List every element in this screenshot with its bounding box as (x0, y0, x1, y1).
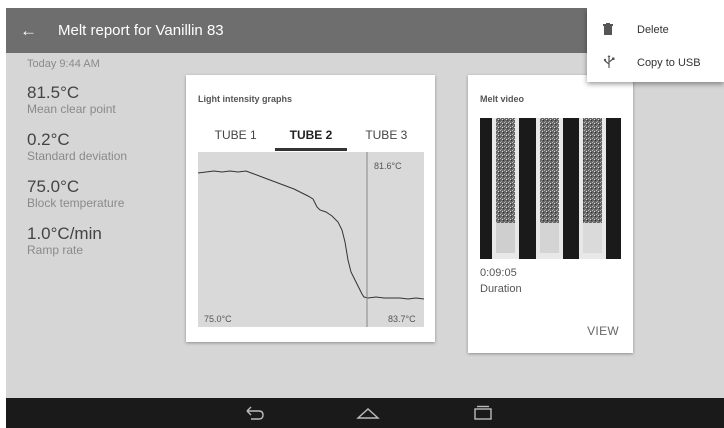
menu-item-label: Copy to USB (637, 57, 701, 69)
menu-item-copy-to-usb[interactable]: Copy to USB (587, 48, 724, 78)
recents-nav-icon[interactable] (472, 403, 494, 423)
end-temp-label: 83.7°C (388, 314, 416, 324)
duration-value: 0:09:05 (480, 267, 517, 279)
stat-standard-deviation: 0.2°C Standard deviation (27, 130, 187, 164)
marker-temp-label: 81.6°C (374, 161, 402, 171)
melt-video-card: Melt video 0:09:05 Duration VIEW (468, 75, 633, 353)
tab-tube-3[interactable]: TUBE 3 (349, 127, 424, 151)
video-thumbnail[interactable] (480, 118, 621, 259)
overflow-menu: Delete Copy to USB (587, 8, 724, 82)
stat-block-temperature: 75.0°C Block temperature (27, 177, 187, 211)
menu-item-label: Delete (637, 24, 669, 36)
menu-item-delete[interactable]: Delete (587, 15, 724, 45)
stat-value: 0.2°C (27, 130, 70, 149)
card-title: Light intensity graphs (198, 94, 293, 104)
intensity-curve (198, 170, 424, 300)
light-intensity-plot: 81.6°C 75.0°C 83.7°C (198, 152, 424, 327)
start-temp-label: 75.0°C (204, 314, 232, 324)
stat-mean-clear-point: 81.5°C Mean clear point (27, 83, 187, 117)
video-thumbnail-svg (492, 118, 606, 259)
arrow-back-icon[interactable]: ← (20, 8, 40, 53)
home-nav-icon[interactable] (356, 403, 380, 423)
screen: ← Melt report for Vanillin 83 Today 9:44… (6, 8, 724, 428)
tube-tabs: TUBE 1 TUBE 2 TUBE 3 (198, 127, 424, 151)
stat-value: 75.0°C (27, 177, 80, 196)
tab-tube-2[interactable]: TUBE 2 (273, 127, 348, 151)
stat-label: Ramp rate (27, 243, 84, 257)
usb-icon (603, 54, 625, 72)
stat-label: Standard deviation (27, 149, 128, 163)
back-nav-icon[interactable] (243, 403, 265, 423)
stat-ramp-rate: 1.0°C/min Ramp rate (27, 224, 187, 258)
stat-label: Block temperature (27, 196, 125, 210)
light-intensity-card: Light intensity graphs TUBE 1 TUBE 2 TUB… (186, 75, 435, 342)
stat-label: Mean clear point (27, 102, 116, 116)
system-nav-bar (6, 398, 724, 428)
report-timestamp: Today 9:44 AM (27, 58, 100, 70)
intensity-curve-svg (198, 152, 424, 327)
view-button[interactable]: VIEW (587, 324, 619, 338)
card-title: Melt video (480, 94, 525, 104)
stat-value: 1.0°C/min (27, 224, 102, 243)
trash-icon (603, 22, 625, 38)
page-title: Melt report for Vanillin 83 (58, 22, 224, 39)
tab-tube-1[interactable]: TUBE 1 (198, 127, 273, 151)
stat-value: 81.5°C (27, 83, 80, 102)
duration-label: Duration (480, 283, 522, 295)
stats-panel: Today 9:44 AM 81.5°C Mean clear point 0.… (27, 48, 187, 258)
